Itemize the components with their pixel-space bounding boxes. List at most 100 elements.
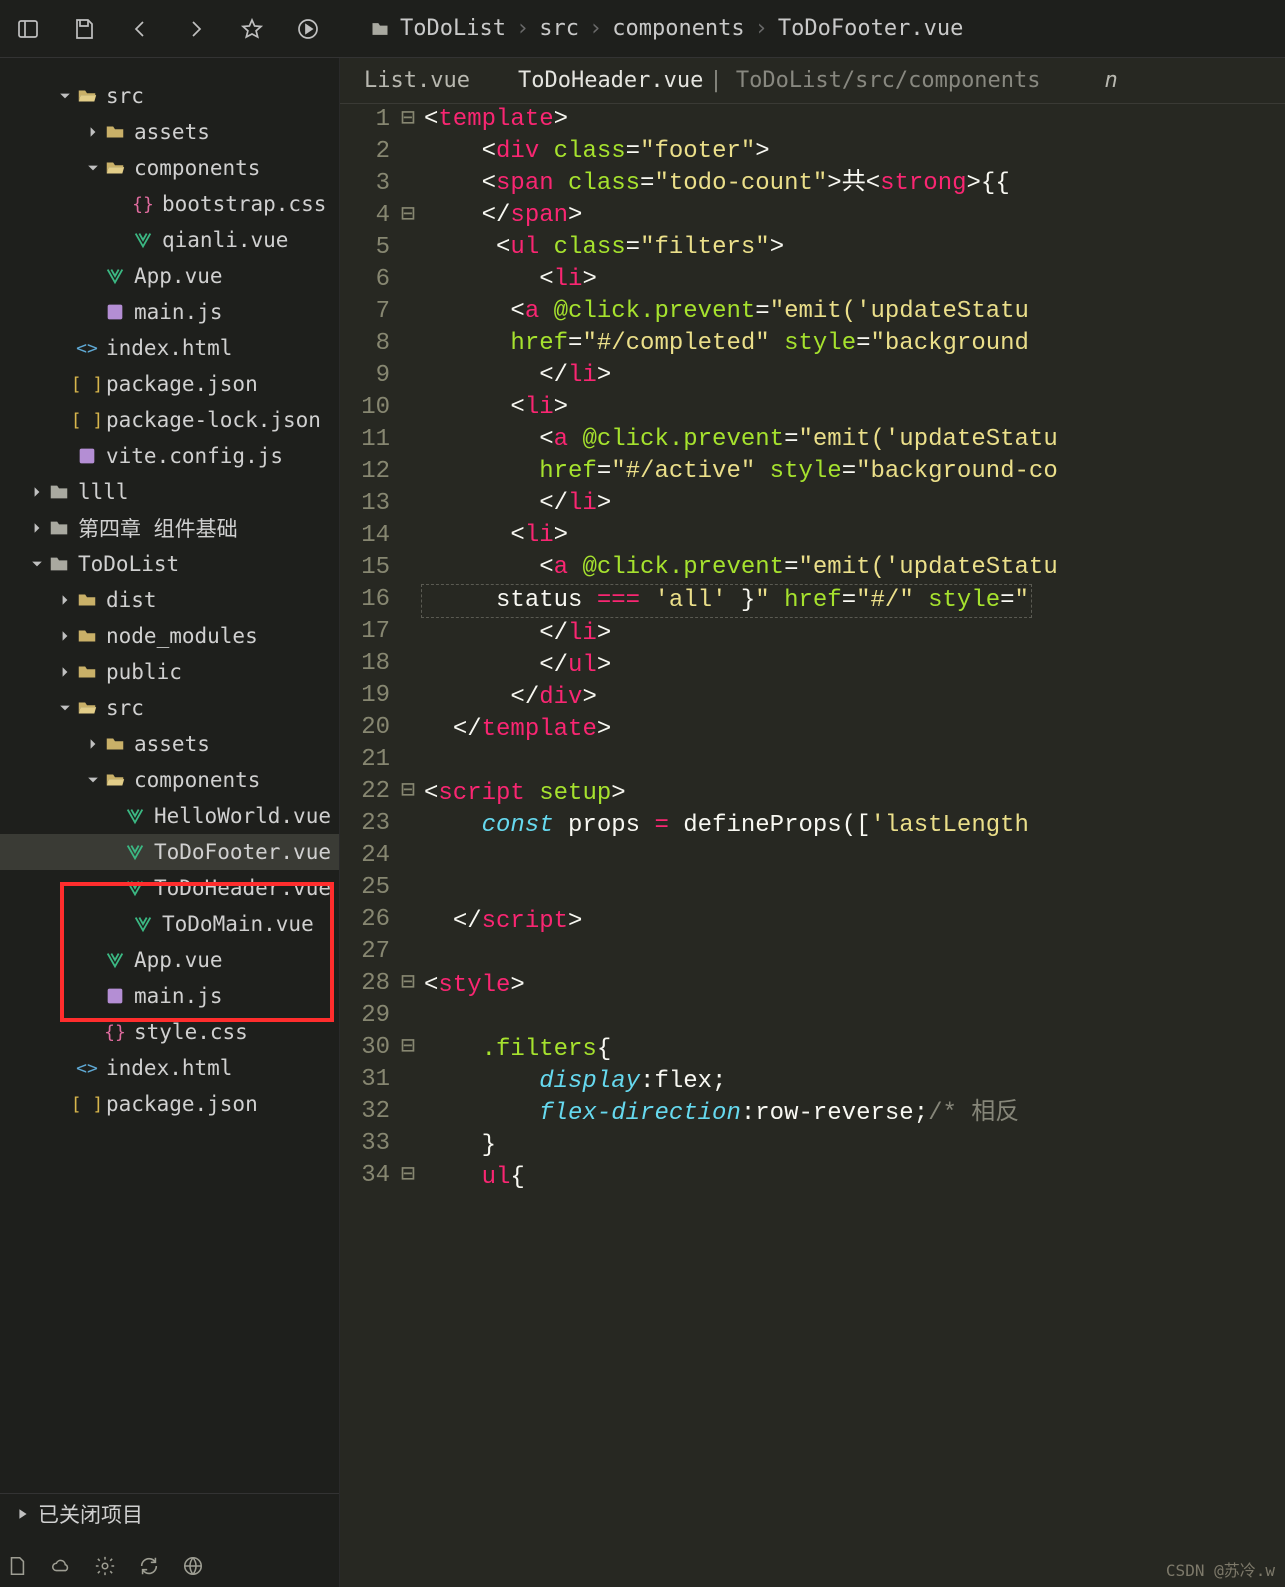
save-icon[interactable]: [70, 15, 98, 43]
vue-icon: [132, 229, 154, 251]
sync-icon[interactable]: [138, 1555, 164, 1581]
tree-item-label: assets: [134, 732, 210, 756]
tree-item-label: components: [134, 768, 260, 792]
file-explorer[interactable]: srcassetscomponents{}bootstrap.cssqianli…: [0, 58, 340, 1587]
tree-item-public[interactable]: public: [0, 654, 339, 690]
tree-item-main-js[interactable]: main.js: [0, 978, 339, 1014]
code-area[interactable]: 1234567891011121314151617181920212223242…: [340, 104, 1285, 1587]
vue-icon: [124, 877, 146, 899]
spacer: [84, 267, 102, 285]
spacer: [84, 987, 102, 1005]
back-icon[interactable]: [126, 15, 154, 43]
chevron-right-icon[interactable]: [56, 627, 74, 645]
tree-item-index-html[interactable]: <>index.html: [0, 330, 339, 366]
chevron-right-icon[interactable]: [56, 591, 74, 609]
tree-item-package-lock-json[interactable]: [ ]package-lock.json: [0, 402, 339, 438]
tree-item-qianli-vue[interactable]: qianli.vue: [0, 222, 339, 258]
tree-item-main-js[interactable]: main.js: [0, 294, 339, 330]
tree-item-src[interactable]: src: [0, 690, 339, 726]
json-icon: [ ]: [76, 373, 98, 395]
gear-icon[interactable]: [94, 1555, 120, 1581]
tree-item-label: src: [106, 696, 144, 720]
spacer: [56, 1059, 74, 1077]
js-icon: [76, 445, 98, 467]
chevron-right-icon[interactable]: [84, 123, 102, 141]
watermark: CSDN @苏冷.w: [1166, 1557, 1275, 1581]
tree-item-label: main.js: [134, 300, 223, 324]
spacer: [56, 447, 74, 465]
tree-item-package-json[interactable]: [ ]package.json: [0, 1086, 339, 1122]
chevron-down-icon[interactable]: [84, 771, 102, 789]
cloud-icon[interactable]: [50, 1555, 76, 1581]
tree-item-package-json[interactable]: [ ] package.json: [0, 366, 339, 402]
folder-icon: [104, 121, 126, 143]
editor-tab[interactable]: n: [1065, 58, 1142, 103]
tree-item-todomain-vue[interactable]: ToDoMain.vue: [0, 906, 339, 942]
editor-tab[interactable]: List.vue: [340, 58, 494, 103]
forward-icon[interactable]: [182, 15, 210, 43]
tree-item-dist[interactable]: dist: [0, 582, 339, 618]
toolbar: ToDoList› src› components› ToDoFooter.vu…: [0, 0, 1285, 58]
folder-icon: [76, 625, 98, 647]
code-content[interactable]: <template> <div class="footer"> <span cl…: [418, 104, 1285, 1587]
breadcrumb[interactable]: ToDoList› src› components› ToDoFooter.vu…: [370, 16, 963, 41]
chevron-down-icon[interactable]: [56, 87, 74, 105]
tree-item-label: components: [134, 156, 260, 180]
tree-item-label: package.json: [106, 372, 258, 396]
tree-item-label: package.json: [106, 1092, 258, 1116]
tree-item-assets[interactable]: assets: [0, 726, 339, 762]
tree-item-label: llll: [78, 480, 129, 504]
closed-projects[interactable]: 已关闭项目: [0, 1493, 339, 1533]
file-icon[interactable]: [6, 1555, 32, 1581]
tree-item-bootstrap-css[interactable]: {}bootstrap.css: [0, 186, 339, 222]
tree-item-components[interactable]: components: [0, 150, 339, 186]
panel-toggle-icon[interactable]: [14, 15, 42, 43]
run-icon[interactable]: [294, 15, 322, 43]
chevron-right-icon[interactable]: [28, 519, 46, 537]
tree-item-label: index.html: [106, 1056, 232, 1080]
star-icon[interactable]: [238, 15, 266, 43]
chevron-right-icon[interactable]: [28, 483, 46, 501]
tree-item-node-modules[interactable]: node_modules: [0, 618, 339, 654]
tree-item-label: package-lock.json: [106, 408, 321, 432]
spacer: [112, 879, 122, 897]
spacer: [112, 915, 130, 933]
spacer: [56, 339, 74, 357]
tree-item-todoheader-vue[interactable]: ToDoHeader.vue: [0, 870, 339, 906]
crumb[interactable]: components: [612, 16, 744, 41]
crumb[interactable]: ToDoList: [400, 16, 506, 41]
tree-item-helloworld-vue[interactable]: HelloWorld.vue: [0, 798, 339, 834]
chevron-down-icon[interactable]: [84, 159, 102, 177]
fold-gutter[interactable]: ⊟ ⊟ ⊟ ⊟ ⊟ ⊟: [398, 104, 418, 1587]
tree-item-todofooter-vue[interactable]: ToDoFooter.vue: [0, 834, 339, 870]
vue-icon: [104, 265, 126, 287]
crumb[interactable]: ToDoFooter.vue: [778, 16, 963, 41]
chevron-right-icon[interactable]: [56, 663, 74, 681]
tree-item-vite-config-js[interactable]: vite.config.js: [0, 438, 339, 474]
chevron-down-icon[interactable]: [28, 555, 46, 573]
tree-item-todolist[interactable]: ToDoList: [0, 546, 339, 582]
chevron-right-icon[interactable]: [84, 735, 102, 753]
tree-item-app-vue[interactable]: App.vue: [0, 942, 339, 978]
folder-open-icon: [76, 697, 98, 719]
tree-item--[interactable]: 第四章 组件基础: [0, 510, 339, 546]
chevron-down-icon[interactable]: [56, 699, 74, 717]
tree-item-app-vue[interactable]: App.vue: [0, 258, 339, 294]
crumb[interactable]: src: [539, 16, 579, 41]
tree-item-label: ToDoFooter.vue: [154, 840, 331, 864]
tree-item-components[interactable]: components: [0, 762, 339, 798]
tab-label: ToDoHeader.vue: [518, 68, 703, 93]
tree-item-label: ToDoHeader.vue: [154, 876, 331, 900]
css-icon: {}: [132, 193, 154, 215]
globe-icon[interactable]: [182, 1555, 208, 1581]
tree-item-llll[interactable]: llll: [0, 474, 339, 510]
tree-item-index-html[interactable]: <>index.html: [0, 1050, 339, 1086]
tree-item-style-css[interactable]: {}style.css: [0, 1014, 339, 1050]
spacer: [84, 1023, 102, 1041]
editor-tab[interactable]: ToDoHeader.vue | ToDoList/src/components: [494, 58, 1065, 103]
tree-item-label: index.html: [106, 336, 232, 360]
tree-item-label: 第四章 组件基础: [78, 513, 238, 543]
tree-item-src[interactable]: src: [0, 78, 339, 114]
tree-item-label: style.css: [134, 1020, 248, 1044]
tree-item-assets[interactable]: assets: [0, 114, 339, 150]
